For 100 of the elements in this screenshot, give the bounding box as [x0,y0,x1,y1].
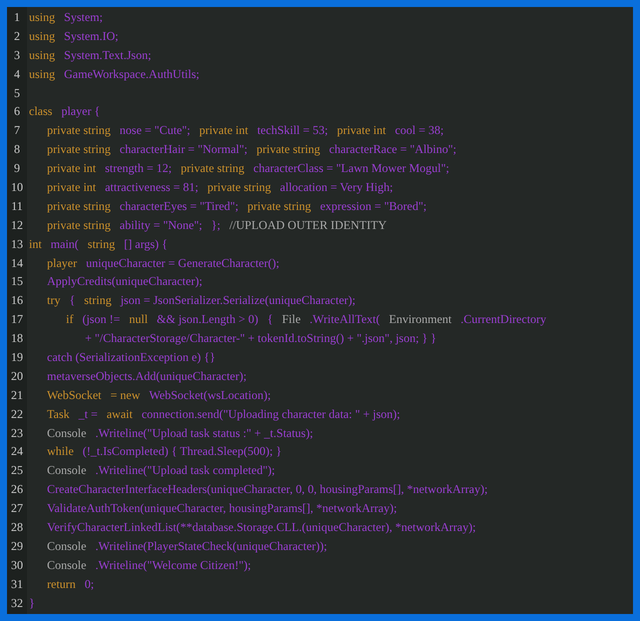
line-number: 28 [10,520,24,535]
code-token: VerifyCharacterLinkedList(**database.Storage.CLL.(uniqueCharacter), *networkArray); [47,520,476,535]
line-number: 21 [10,388,24,403]
line-number: 4 [13,66,21,82]
code-token: characterRace = "Albino"; [329,142,456,158]
code-token: { [267,312,273,328]
code-token: private string [47,198,111,214]
line-number: 9 [13,161,21,176]
code-token: ability = "None"; [120,218,202,233]
code-token: _t = [78,406,98,422]
line-number: 27 [10,501,24,516]
code-token: using [29,48,56,63]
line-number: 6 [13,104,21,120]
code-token: metaverseObjects.Add(uniqueCharacter); [47,368,247,384]
code-token: return [47,576,76,592]
line-number: 32 [10,596,24,611]
code-token: private string [47,218,111,233]
code-token: try [47,293,60,308]
code-token: private string [247,198,312,214]
code-token: Console [47,538,86,554]
code-token: player [47,256,77,271]
code-token: } [29,596,35,611]
code-token: File [282,312,301,328]
code-token: 0; [84,576,94,592]
line-number: 15 [10,274,24,290]
code-token: + "/CharacterStorage/Character-" + tokenId.toString() + ".json", json; } } [85,331,436,346]
line-number: 20 [10,368,24,384]
line-number: 3 [13,48,21,63]
code-token: await [106,406,133,422]
code-token: strength = 12; [104,161,172,176]
code-token: System.Text.Json; [64,48,152,63]
line-number: 10 [10,180,24,195]
code-token: int [29,236,42,252]
code-token: null [129,312,148,328]
line-number: 5 [13,86,21,100]
code-token: while [47,444,74,460]
line-number: 22 [10,406,24,422]
line-number: 11 [10,198,24,214]
code-token: (!_t.IsCompleted) { Thread.Sleep(500); } [82,444,282,460]
code-token: techSkill = 53; [257,123,328,138]
line-number: 19 [10,350,24,365]
code-token: string [84,293,112,308]
code-token: private int [336,123,386,138]
line-number: 26 [10,482,24,498]
code-token: .Writeline("Welcome Citizen!"); [95,558,251,573]
line-number: 24 [10,444,24,460]
line-number: 16 [10,293,24,308]
code-token: private string [47,142,111,158]
code-token: .Writeline("Upload task status :" + _t.Status); [95,426,314,441]
code-token: Environment [388,312,452,328]
code-token: private int [199,123,248,138]
line-number: 25 [10,463,24,478]
line-number: 30 [10,558,24,573]
code-token: characterEyes = "Tired"; [120,198,238,214]
code-token: private int [47,180,96,195]
code-token: expression = "Bored"; [320,198,427,214]
code-token: private string [256,142,320,158]
code-token: allocation = Very High; [280,180,393,195]
code-token: private int [47,161,96,176]
line-number: 31 [10,576,24,592]
code-token: = new [110,388,140,403]
code-token: Console [47,426,86,441]
code-token: main( [50,236,79,252]
line-number: 2 [13,28,21,44]
code-token: (json != [82,312,120,328]
line-number: 23 [10,426,24,441]
code-token: attractiveness = 81; [104,180,198,195]
line-number: 8 [13,142,21,158]
code-token: string [88,236,116,252]
code-token: CreateCharacterInterfaceHeaders(uniqueCharacter, 0, 0, housingParams[], *networkArray); [47,482,488,498]
code-token: catch (SerializationException e) {} [47,350,216,365]
line-number: 7 [13,123,21,138]
code-token: .CurrentDirectory [460,312,546,328]
code-token: .Writeline(PlayerStateCheck(uniqueCharacter)); [95,538,328,554]
code-token: .WriteAllText( [310,312,380,328]
code-token: Console [47,558,86,573]
code-token: [] args) { [124,236,168,252]
code-token: }; [211,218,220,233]
code-token: using [29,28,56,44]
line-number: 14 [10,256,24,271]
code-token: characterHair = "Normal"; [120,142,248,158]
code-token: WebSocket(wsLocation); [149,388,271,403]
code-token: characterClass = "Lawn Mower Mogul"; [253,161,450,176]
code-token: uniqueCharacter = GenerateCharacter(); [86,256,280,271]
code-token: private string [180,161,244,176]
code-token: GameWorkspace.AuthUtils; [64,66,200,82]
code-token: ValidateAuthToken(uniqueCharacter, housingParams[], *networkArray); [47,501,397,516]
code-token: Console [47,463,86,478]
code-token: if [66,312,74,328]
line-number: 12 [10,218,24,233]
code-token: private string [207,180,272,195]
code-token: .Writeline("Upload task completed"); [95,463,275,478]
code-token: Task [47,406,70,422]
code-token: class [29,104,52,120]
code-token: && json.Length > 0) [156,312,258,328]
line-number: 1 [13,10,21,25]
code-token: //UPLOAD OUTER IDENTITY [229,218,387,233]
code-token: player { [61,104,100,120]
code-token: WebSocket [47,388,102,403]
line-number: 18 [10,331,24,346]
